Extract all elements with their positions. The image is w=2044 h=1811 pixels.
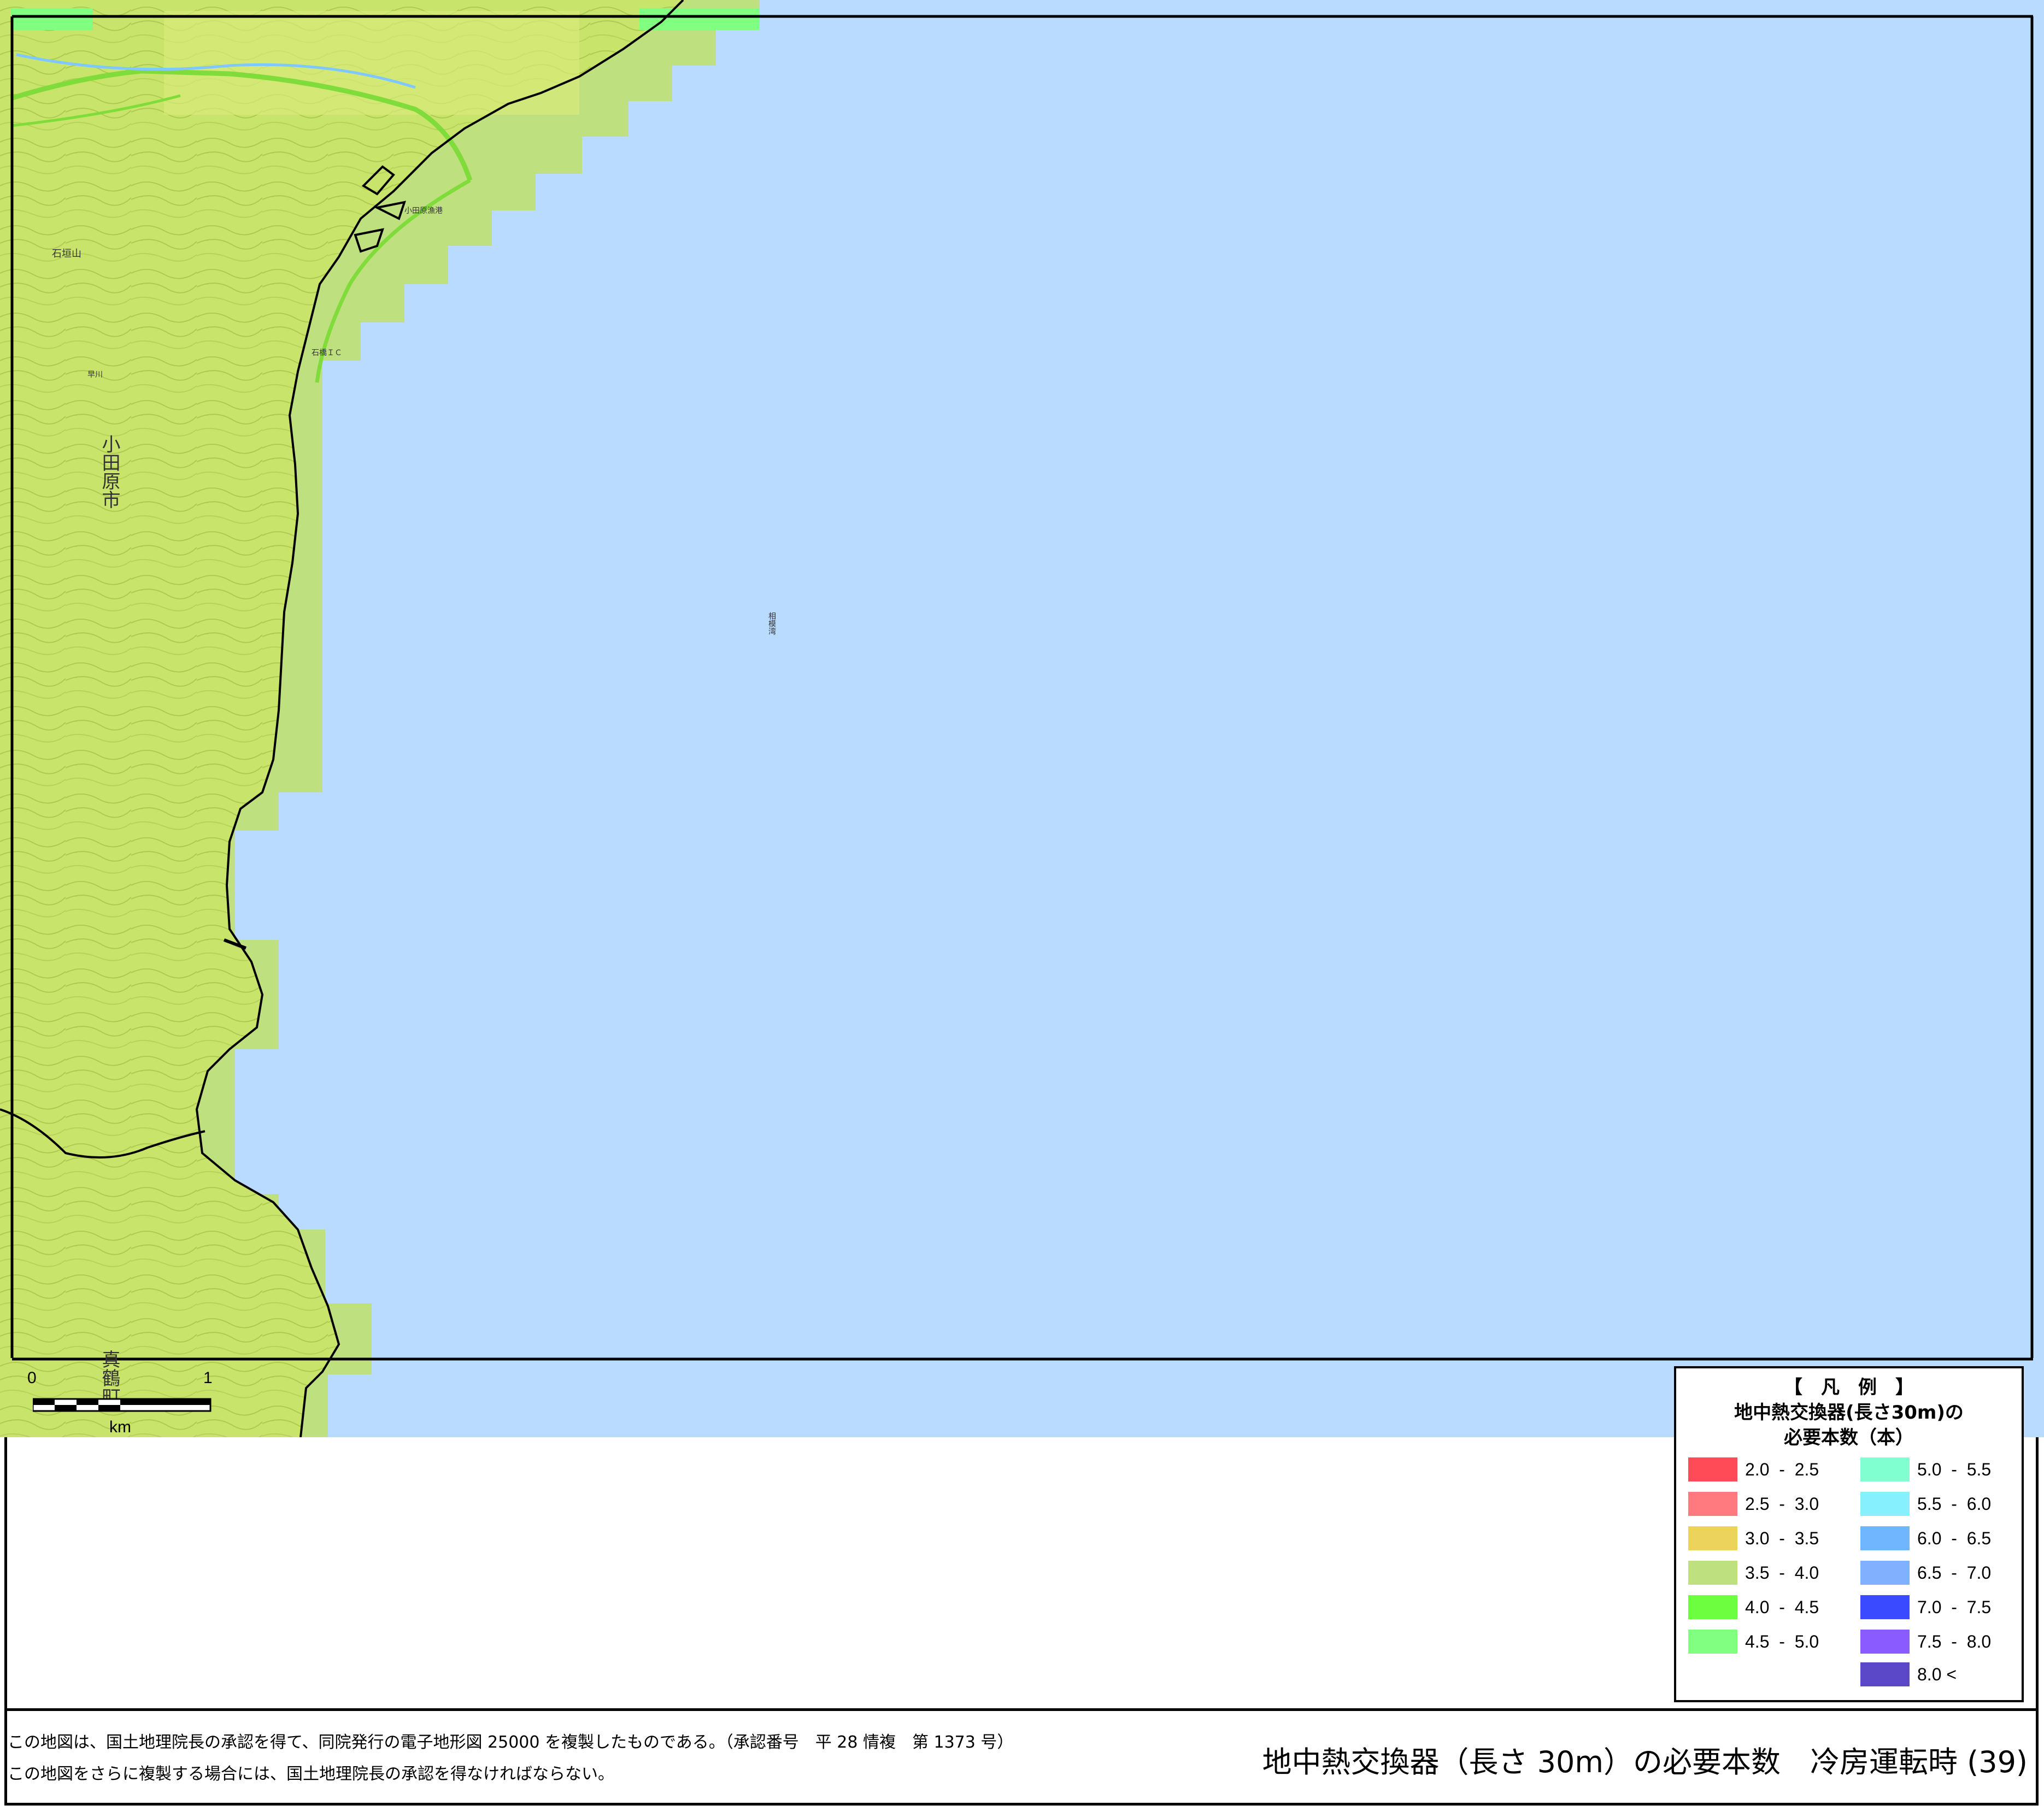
legend-swatch: [1688, 1526, 1737, 1550]
scale-end-label: 1: [203, 1369, 213, 1387]
legend-label: 3.5 - 4.0: [1745, 1562, 1819, 1583]
scale-unit-label: km: [109, 1418, 131, 1436]
legend-label: 6.5 - 7.0: [1917, 1562, 1992, 1583]
label-port: 小田原漁港: [404, 207, 443, 215]
legend-item: 8.0 <: [1860, 1662, 1957, 1687]
legend-swatch: [1860, 1526, 1910, 1550]
footer-divider: [4, 1708, 2039, 1711]
legend-label: 4.0 - 4.5: [1745, 1597, 1819, 1617]
label-ishigakiyama: 石垣山: [52, 248, 81, 260]
scale-bar: 0 1 km: [27, 1369, 213, 1436]
legend-item: 2.5 - 3.0: [1688, 1491, 1819, 1516]
legend-label: 2.0 - 2.5: [1745, 1459, 1819, 1479]
legend-item: 4.0 - 4.5: [1688, 1595, 1819, 1620]
map-title: 地中熱交換器（長さ 30m）の必要本数 冷房運転時 (39): [1262, 1745, 2028, 1779]
copyright-notice: この地図は、国土地理院長の承認を得て、同院発行の電子地形図 25000 を複製し…: [8, 1727, 1013, 1790]
legend-label: 2.5 - 3.0: [1745, 1494, 1819, 1514]
legend-item: 5.5 - 6.0: [1860, 1491, 1991, 1516]
legend-swatch: [1688, 1561, 1737, 1585]
legend-swatch: [1688, 1630, 1737, 1654]
label-river: 早川: [87, 371, 103, 379]
legend-label: 7.0 - 7.5: [1917, 1597, 1992, 1617]
legend-header: 【 凡 例 】: [1784, 1377, 1914, 1398]
label-interchange: 石橋ＩＣ: [312, 349, 342, 357]
label-odawara-city: 小田原市: [98, 434, 120, 509]
legend-item: 3.0 - 3.5: [1688, 1526, 1819, 1551]
scale-start-label: 0: [27, 1369, 37, 1387]
legend-item: 6.5 - 7.0: [1860, 1560, 1991, 1585]
legend-title: 地中熱交換器(長さ30m)の: [1734, 1402, 1964, 1424]
legend-label: 3.0 - 3.5: [1745, 1528, 1819, 1548]
map-area[interactable]: 小田原市 真鶴町 相模湾 石垣山 石橋ＩＣ 小田原漁港 早川 0 1 km: [0, 0, 2044, 1437]
legend-item: 7.5 - 8.0: [1860, 1629, 1991, 1654]
legend-item: 7.0 - 7.5: [1860, 1595, 1991, 1620]
legend-swatch: [1860, 1662, 1910, 1686]
legend-swatch: [1860, 1595, 1910, 1619]
legend-subtitle: 必要本数（本）: [1784, 1427, 1914, 1449]
class-cell-top-left: [11, 8, 93, 30]
legend-label: 7.5 - 8.0: [1917, 1631, 1992, 1651]
legend-swatch: [1860, 1492, 1910, 1516]
legend-label: 4.5 - 5.0: [1745, 1631, 1819, 1651]
legend-item: 2.0 - 2.5: [1688, 1457, 1819, 1482]
legend-item: 5.0 - 5.5: [1860, 1457, 1991, 1482]
label-sagami-bay: 相模湾: [767, 612, 776, 635]
legend-label: 6.0 - 6.5: [1917, 1528, 1992, 1548]
class-cell-top-right: [639, 8, 760, 30]
legend-item: 6.0 - 6.5: [1860, 1526, 1991, 1551]
legend-item: 4.5 - 5.0: [1688, 1629, 1819, 1654]
legend-swatch: [1688, 1492, 1737, 1516]
copyright-line-1: この地図は、国土地理院長の承認を得て、同院発行の電子地形図 25000 を複製し…: [8, 1733, 1014, 1752]
copyright-line-2: この地図をさらに複製する場合には、国土地理院長の承認を得なければならない。: [8, 1765, 614, 1784]
svg-text:小田原市: 小田原市: [98, 434, 120, 509]
scale-bar-graphic: [33, 1398, 212, 1412]
legend-label: 5.0 - 5.5: [1917, 1459, 1992, 1479]
legend: 【 凡 例 】 地中熱交換器(長さ30m)の 必要本数（本） 2.0 - 2.5…: [1674, 1366, 2024, 1702]
map-canvas[interactable]: 小田原市 真鶴町 相模湾 石垣山 石橋ＩＣ 小田原漁港 早川: [0, 0, 2044, 1437]
legend-swatch: [1688, 1457, 1737, 1481]
legend-swatch: [1860, 1561, 1910, 1585]
legend-swatch: [1860, 1630, 1910, 1654]
legend-swatch: [1688, 1595, 1737, 1619]
legend-label: 8.0 <: [1917, 1664, 1957, 1684]
legend-label: 5.5 - 6.0: [1917, 1494, 1992, 1514]
legend-item: 3.5 - 4.0: [1688, 1560, 1819, 1585]
legend-swatch: [1860, 1457, 1910, 1481]
